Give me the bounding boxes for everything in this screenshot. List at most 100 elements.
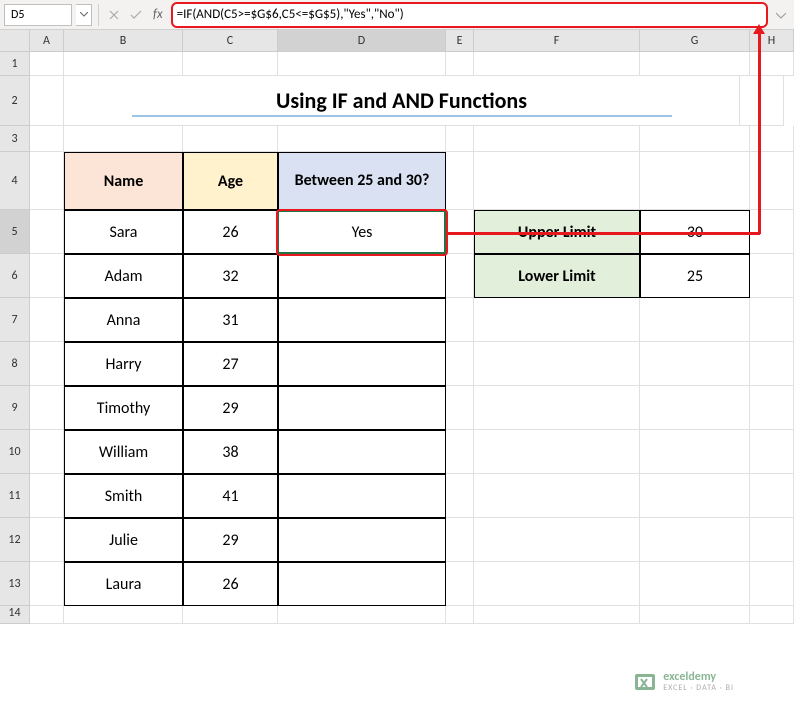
col-header-G[interactable]: G	[640, 30, 750, 52]
cell[interactable]	[30, 562, 64, 606]
cell-name[interactable]: Sara	[64, 210, 183, 254]
cell[interactable]	[640, 386, 750, 430]
name-box-dropdown[interactable]	[76, 4, 92, 26]
cell[interactable]	[446, 386, 474, 430]
cell[interactable]	[640, 518, 750, 562]
cell-age[interactable]: 26	[183, 562, 278, 606]
col-header-A[interactable]: A	[30, 30, 64, 52]
col-header-B[interactable]: B	[64, 30, 183, 52]
cell[interactable]	[640, 606, 750, 624]
fx-icon[interactable]: fx	[153, 7, 163, 22]
cell-between[interactable]	[278, 474, 446, 518]
spreadsheet-grid[interactable]: A B C D E F G H 1 2 Using IF and AND Fun…	[0, 30, 794, 624]
cell[interactable]	[474, 126, 640, 152]
col-header-H[interactable]: H	[750, 30, 794, 52]
row-header[interactable]: 2	[0, 76, 30, 126]
cell-age[interactable]: 31	[183, 298, 278, 342]
cell[interactable]	[640, 298, 750, 342]
cancel-button[interactable]	[105, 6, 123, 24]
cell[interactable]	[30, 126, 64, 152]
cell[interactable]	[474, 386, 640, 430]
cell[interactable]	[278, 126, 446, 152]
cell[interactable]	[640, 474, 750, 518]
row-header[interactable]: 5	[0, 210, 30, 254]
page-title[interactable]: Using IF and AND Functions	[64, 76, 740, 126]
cell-age[interactable]: 26	[183, 210, 278, 254]
cell-age[interactable]: 32	[183, 254, 278, 298]
row-header[interactable]: 12	[0, 518, 30, 562]
lower-limit-value[interactable]: 25	[640, 254, 750, 298]
col-header-F[interactable]: F	[474, 30, 640, 52]
cell[interactable]	[446, 210, 474, 254]
cell[interactable]	[64, 52, 183, 76]
row-header[interactable]: 7	[0, 298, 30, 342]
cell[interactable]	[446, 126, 474, 152]
cell-name[interactable]: Adam	[64, 254, 183, 298]
cell[interactable]	[474, 298, 640, 342]
cell[interactable]	[30, 430, 64, 474]
cell[interactable]	[750, 52, 794, 76]
cell[interactable]	[474, 152, 640, 210]
accept-button[interactable]	[127, 6, 145, 24]
expand-formula-button[interactable]	[772, 4, 790, 26]
row-header[interactable]: 8	[0, 342, 30, 386]
upper-limit-label[interactable]: Upper Limit	[474, 210, 640, 254]
row-header[interactable]: 13	[0, 562, 30, 606]
cell-age[interactable]: 29	[183, 518, 278, 562]
cell[interactable]	[474, 606, 640, 624]
cell[interactable]	[30, 474, 64, 518]
cell-name[interactable]: Timothy	[64, 386, 183, 430]
row-header[interactable]: 9	[0, 386, 30, 430]
cell[interactable]	[278, 52, 446, 76]
cell[interactable]	[640, 430, 750, 474]
lower-limit-label[interactable]: Lower Limit	[474, 254, 640, 298]
cell[interactable]	[750, 386, 794, 430]
cell[interactable]	[30, 152, 64, 210]
header-name[interactable]: Name	[64, 152, 183, 210]
cell-between[interactable]: Yes	[278, 210, 446, 254]
cell-age[interactable]: 27	[183, 342, 278, 386]
cell-age[interactable]: 41	[183, 474, 278, 518]
cell[interactable]	[446, 562, 474, 606]
cell[interactable]	[446, 518, 474, 562]
cell[interactable]	[750, 430, 794, 474]
cell-between[interactable]	[278, 342, 446, 386]
cell[interactable]	[446, 298, 474, 342]
cell[interactable]	[750, 298, 794, 342]
cell[interactable]	[750, 152, 794, 210]
cell[interactable]	[446, 52, 474, 76]
cell[interactable]	[640, 152, 750, 210]
cell[interactable]	[750, 474, 794, 518]
cell[interactable]	[474, 342, 640, 386]
header-age[interactable]: Age	[183, 152, 278, 210]
cell[interactable]	[446, 474, 474, 518]
cell[interactable]	[446, 430, 474, 474]
row-header[interactable]: 10	[0, 430, 30, 474]
cell[interactable]	[30, 254, 64, 298]
cell-name[interactable]: Smith	[64, 474, 183, 518]
cell[interactable]	[740, 76, 784, 126]
cell[interactable]	[446, 152, 474, 210]
name-box[interactable]: D5	[4, 4, 72, 26]
cell[interactable]	[446, 342, 474, 386]
cell-name[interactable]: Julie	[64, 518, 183, 562]
col-header-E[interactable]: E	[446, 30, 474, 52]
formula-input[interactable]: =IF(AND(C5>=$G$6,C5<=$G$5),"Yes","No")	[177, 7, 404, 22]
cell-between[interactable]	[278, 518, 446, 562]
upper-limit-value[interactable]: 30	[640, 210, 750, 254]
cell[interactable]	[750, 126, 794, 152]
cell-between[interactable]	[278, 386, 446, 430]
select-all-corner[interactable]	[0, 30, 30, 52]
cell[interactable]	[474, 474, 640, 518]
row-header[interactable]: 3	[0, 126, 30, 152]
cell[interactable]	[750, 210, 794, 254]
cell[interactable]	[750, 562, 794, 606]
row-header[interactable]: 11	[0, 474, 30, 518]
col-header-C[interactable]: C	[183, 30, 278, 52]
cell[interactable]	[640, 126, 750, 152]
cell[interactable]	[30, 386, 64, 430]
cell[interactable]	[750, 606, 794, 624]
cell[interactable]	[474, 518, 640, 562]
header-between[interactable]: Between 25 and 30?	[278, 152, 446, 210]
cell[interactable]	[183, 606, 278, 624]
